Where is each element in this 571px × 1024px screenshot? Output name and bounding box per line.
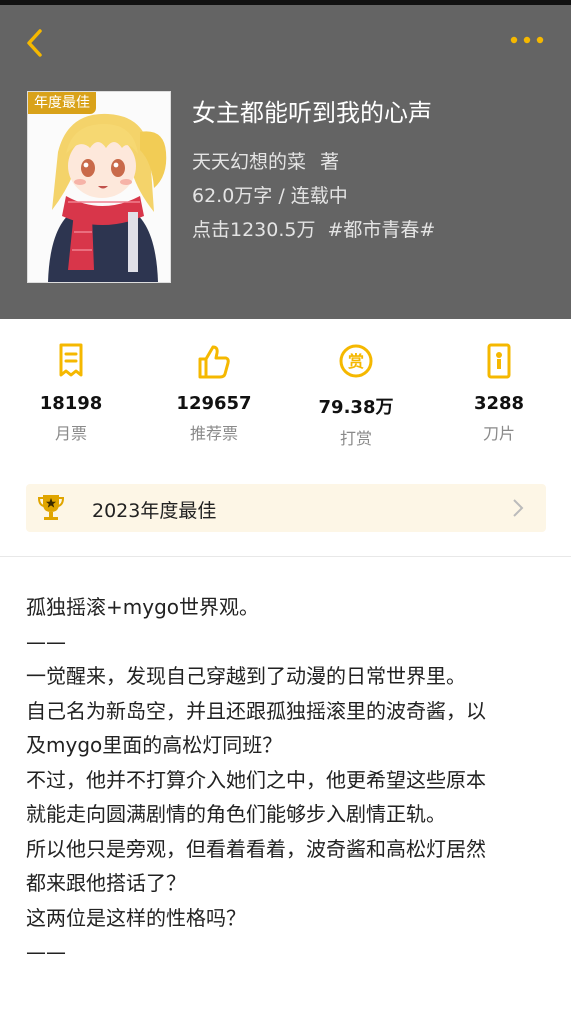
synopsis-line: 及mygo里面的高松灯同班？	[26, 733, 283, 757]
synopsis-line: 就能走向圆满剧情的角色们能够步入剧情正轨。	[26, 802, 446, 826]
trophy-icon	[38, 495, 64, 520]
category-tag[interactable]: #都市青春#	[327, 219, 435, 241]
synopsis-line: 所以他只是旁观，但看着看着，波奇酱和高松灯居然	[26, 836, 486, 861]
book-title: 女主都能听到我的心声	[192, 99, 432, 127]
stat-label: 推荐票	[189, 424, 238, 443]
stat-value: 18198	[39, 393, 103, 414]
cover-illustration	[28, 92, 170, 282]
thumbs-up-icon	[198, 345, 230, 379]
chevron-left-icon	[27, 29, 42, 57]
author-name[interactable]: 天天幻想的菜	[192, 151, 306, 173]
blade-icon	[487, 343, 511, 379]
book-synopsis: 孤独摇滚+mygo世界观。 —— 一觉醒来，发现自己穿越到了动漫的日常世界里。 …	[26, 590, 546, 970]
stat-label: 刀片	[482, 424, 515, 443]
stat-value: 129657	[176, 393, 252, 414]
reward-coin-icon: 赏	[339, 344, 373, 378]
stat-value: 79.38万	[318, 397, 394, 418]
stat-recommend-ticket[interactable]: 129657 推荐票	[144, 341, 284, 444]
more-button[interactable]	[506, 31, 550, 59]
stat-monthly-ticket[interactable]: 18198 月票	[1, 341, 141, 444]
stats-bar: 18198 月票 129657 推荐票 赏 79.38万 打赏 3288 刀片	[0, 319, 571, 459]
book-header: 年度最佳 女主都能听到我的心声 天天幻想的菜 著 62.0万字 / 连载中 点击…	[0, 5, 571, 319]
synopsis-line: ——	[26, 629, 66, 654]
synopsis-line: 自己名为新岛空，并且还跟孤独摇滚里的波奇酱，以	[26, 698, 486, 723]
synopsis-line: 孤独摇滚+mygo世界观。	[26, 595, 260, 619]
click-count: 点击1230.5万	[192, 219, 316, 241]
synopsis-line: ——	[26, 940, 66, 964]
award-text: 2023年度最佳	[92, 500, 217, 522]
chevron-right-icon	[513, 499, 524, 517]
book-cover[interactable]: 年度最佳	[27, 91, 171, 283]
ellipsis-icon	[510, 36, 544, 44]
stat-reward[interactable]: 赏 79.38万 打赏	[286, 341, 426, 449]
ticket-icon	[59, 343, 83, 377]
cover-badge: 年度最佳	[28, 92, 96, 114]
author-suffix: 著	[320, 151, 340, 173]
annual-award-banner[interactable]: 2023年度最佳	[26, 484, 546, 532]
synopsis-line: 都来跟他搭话了？	[26, 871, 186, 895]
stat-label: 打赏	[339, 429, 372, 448]
svg-text:赏: 赏	[348, 352, 364, 371]
author-row[interactable]: 天天幻想的菜 著	[192, 147, 552, 174]
synopsis-line: 这两位是这样的性格吗？	[26, 905, 246, 930]
section-divider	[0, 556, 571, 557]
synopsis-line: 一觉醒来，发现自己穿越到了动漫的日常世界里。	[26, 664, 466, 688]
word-count-status: 62.0万字 / 连载中	[192, 185, 348, 207]
stat-label: 月票	[54, 424, 87, 443]
back-button[interactable]	[20, 23, 54, 63]
stat-value: 3288	[473, 393, 525, 414]
synopsis-line: 不过，他并不打算介入她们之中，他更希望这些原本	[26, 767, 486, 792]
stat-blade[interactable]: 3288 刀片	[429, 341, 569, 444]
clicks-row: 点击1230.5万 #都市青春#	[192, 215, 552, 242]
